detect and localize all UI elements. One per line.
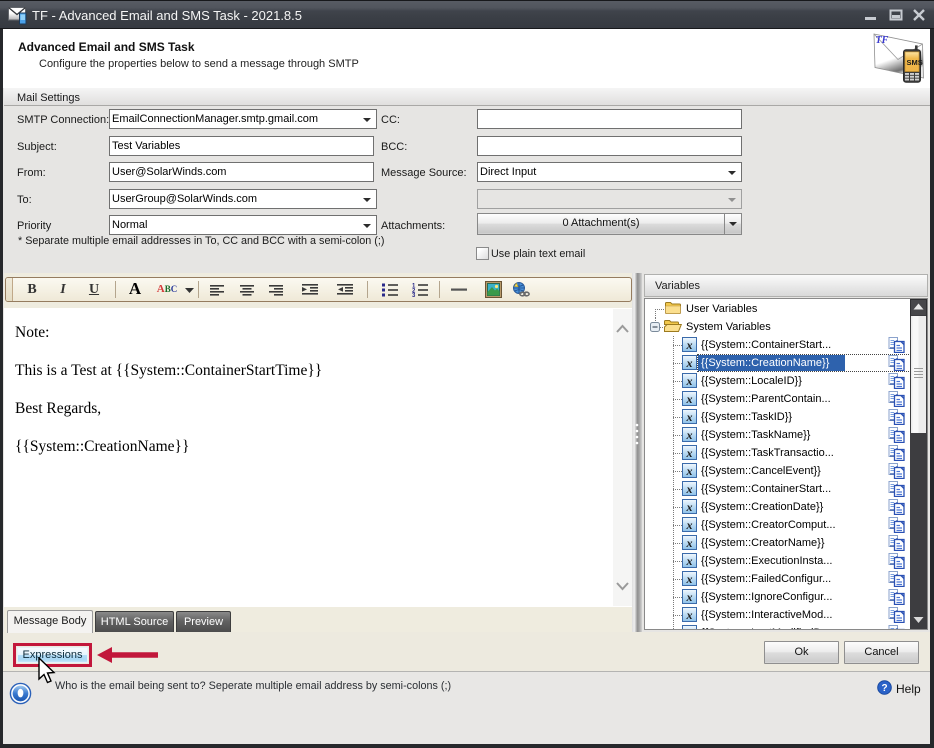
svg-text:SMS: SMS [907,58,923,67]
svg-text:TF: TF [876,35,889,46]
svg-text:3: 3 [412,293,416,297]
svg-text:?: ? [882,683,888,694]
